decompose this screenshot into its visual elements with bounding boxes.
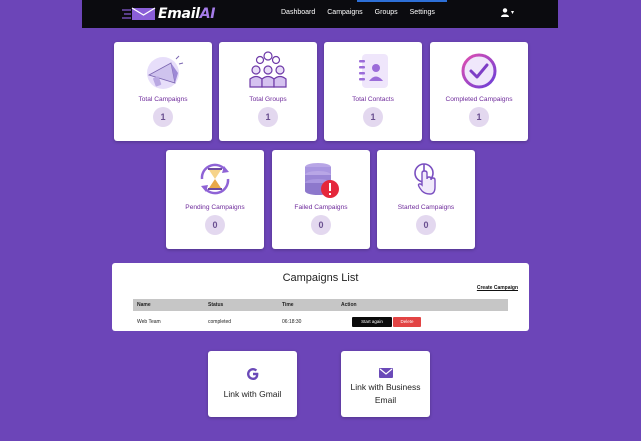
nav-campaigns[interactable]: Campaigns — [327, 9, 362, 16]
power-touch-icon — [414, 163, 436, 195]
contact-book-icon — [359, 54, 388, 88]
stat-label: Started Campaigns — [397, 204, 455, 211]
google-icon — [246, 368, 258, 380]
database-error-icon — [305, 163, 339, 198]
stat-card-pending-campaigns: Pending Campaigns 0 — [166, 150, 264, 249]
stat-label: Total Groups — [249, 96, 287, 103]
stat-count-badge: 0 — [416, 215, 436, 235]
brand-logo[interactable]: EmailAI — [122, 6, 215, 22]
check-circle-icon — [461, 53, 497, 89]
nav-settings[interactable]: Settings — [410, 9, 435, 16]
top-navbar: EmailAI Dashboard Campaigns Groups Setti… — [82, 0, 558, 28]
stat-label: Completed Campaigns — [445, 96, 513, 103]
brand-name: EmailAI — [158, 6, 216, 22]
stat-label: Failed Campaigns — [294, 204, 348, 211]
envelope-icon — [378, 368, 393, 378]
hourglass-icon — [200, 163, 230, 195]
stat-card-started-campaigns: Started Campaigns 0 — [377, 150, 475, 249]
nav-links: Dashboard Campaigns Groups Settings — [281, 9, 447, 16]
user-icon — [501, 8, 509, 17]
stat-count-badge: 1 — [153, 107, 173, 127]
column-header-time: Time — [282, 302, 294, 308]
campaign-status: completed — [208, 319, 232, 325]
nav-groups[interactable]: Groups — [375, 9, 398, 16]
stat-label: Pending Campaigns — [185, 204, 245, 211]
campaign-time: 06:18:30 — [282, 319, 302, 325]
campaigns-list-title: Campaigns List — [282, 272, 359, 284]
stat-label: Total Contacts — [352, 96, 394, 103]
stat-card-total-groups: Total Groups 1 — [219, 42, 317, 141]
column-header-status: Status — [208, 302, 224, 308]
stat-count-badge: 1 — [363, 107, 383, 127]
stat-card-total-contacts: Total Contacts 1 — [324, 42, 422, 141]
stat-count-badge: 0 — [311, 215, 331, 235]
campaign-name: Web Team — [137, 319, 161, 325]
column-header-action: Action — [341, 302, 357, 308]
chevron-down-icon: ▾ — [511, 10, 515, 16]
stat-count-badge: 0 — [205, 215, 225, 235]
start-again-button[interactable]: Start again — [352, 317, 392, 327]
link-gmail-label: Link with Gmail — [223, 389, 282, 399]
stat-label: Total Campaigns — [138, 96, 188, 103]
link-business-email-card[interactable]: Link with Business Email — [341, 351, 430, 417]
stat-count-badge: 1 — [469, 107, 489, 127]
table-header: Name Status Time Action — [133, 299, 508, 311]
stat-card-completed-campaigns: Completed Campaigns 1 — [430, 42, 528, 141]
stat-card-failed-campaigns: Failed Campaigns 0 — [272, 150, 370, 249]
nav-dashboard[interactable]: Dashboard — [281, 9, 315, 16]
table-row: Web Team completed 06:18:30 Start again … — [133, 317, 508, 327]
stat-card-total-campaigns: Total Campaigns 1 — [114, 42, 212, 141]
stat-count-badge: 1 — [258, 107, 278, 127]
nav-accent-bar — [357, 0, 447, 2]
envelope-logo-icon — [122, 7, 156, 20]
user-menu[interactable]: ▾ — [501, 8, 514, 17]
link-gmail-card[interactable]: Link with Gmail — [208, 351, 297, 417]
link-business-label: Link with Business Email — [350, 382, 421, 405]
delete-button[interactable]: Delete — [393, 317, 421, 327]
campaigns-list-panel: Campaigns List Create Campaign Name Stat… — [112, 263, 529, 331]
megaphone-icon — [147, 55, 184, 89]
group-icon — [249, 51, 287, 88]
create-campaign-link[interactable]: Create Campaign — [477, 285, 518, 291]
column-header-name: Name — [137, 302, 151, 308]
